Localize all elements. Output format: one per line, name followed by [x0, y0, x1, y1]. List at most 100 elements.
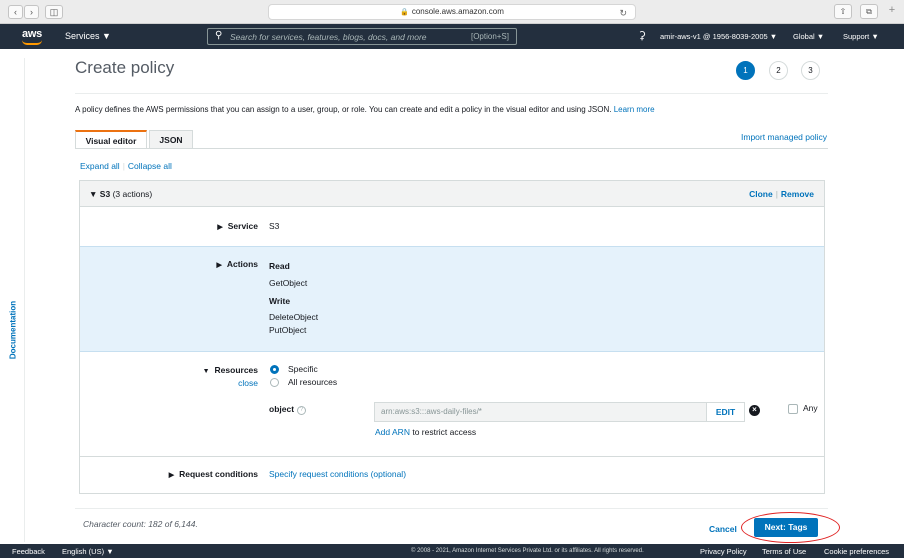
- any-label: Any: [803, 403, 818, 413]
- forward-button[interactable]: ›: [24, 5, 39, 19]
- account-menu[interactable]: amir-aws-v1 @ 1956-8039-2005 ▼: [660, 32, 777, 41]
- resources-row-label[interactable]: ▼ Resources: [203, 365, 258, 375]
- search-shortcut: [Option+S]: [470, 32, 509, 41]
- services-label: Services: [65, 31, 100, 41]
- tabs-icon: ⧉: [866, 7, 872, 16]
- actions-section: ▶ Actions Read GetObject Write DeleteObje…: [80, 246, 824, 352]
- sidebar-icon: ◫: [49, 7, 59, 17]
- action-item: GetObject: [269, 278, 308, 288]
- read-heading: Read: [269, 261, 290, 271]
- arn-input: arn:aws:s3:::aws-daily-files/*: [374, 402, 714, 422]
- add-arn-link[interactable]: Add ARN: [375, 427, 410, 437]
- terms-of-use-link[interactable]: Terms of Use: [762, 547, 806, 556]
- search-icon: ⚲: [215, 30, 223, 41]
- import-managed-policy-link[interactable]: Import managed policy: [741, 132, 827, 142]
- policy-statement: ▼ S3 (3 actions) Clone | Remove ▶ Service S…: [79, 180, 825, 494]
- action-item: PutObject: [269, 325, 307, 335]
- link-separator: |: [775, 189, 778, 199]
- step-3: 3: [801, 61, 820, 80]
- step-1: 1: [736, 61, 755, 80]
- caret-down-icon: ▼: [871, 32, 879, 41]
- request-conditions-link[interactable]: Specify request conditions (optional): [269, 469, 406, 479]
- learn-more-link[interactable]: Learn more: [614, 105, 655, 114]
- cancel-button[interactable]: Cancel: [709, 524, 737, 534]
- region-label: Global: [793, 32, 815, 41]
- radio-all-resources[interactable]: [270, 378, 279, 387]
- privacy-policy-link[interactable]: Privacy Policy: [700, 547, 747, 556]
- request-conditions-row-label[interactable]: ▶ Request conditions: [169, 469, 258, 479]
- tabs-button[interactable]: ⧉: [860, 4, 878, 19]
- expand-collapse-links: Expand all | Collapse all: [80, 161, 172, 171]
- aws-logo[interactable]: aws: [22, 28, 42, 40]
- sidebar-toggle-button[interactable]: ◫: [45, 5, 63, 19]
- reload-icon[interactable]: ↻: [619, 6, 627, 20]
- remove-arn-icon[interactable]: ×: [749, 405, 760, 416]
- intro-description: A policy defines the AWS permissions tha…: [75, 105, 612, 114]
- statement-service: S3: [99, 189, 111, 199]
- statement-actions: Clone | Remove: [749, 189, 814, 199]
- step-2: 2: [769, 61, 788, 80]
- feedback-link[interactable]: Feedback: [12, 547, 45, 556]
- actions-row-label[interactable]: ▶ Actions: [216, 259, 258, 269]
- region-menu[interactable]: Global ▼: [793, 32, 824, 41]
- object-label-text: object: [269, 404, 295, 414]
- language-selector[interactable]: English (US) ▼: [62, 547, 114, 556]
- caret-down-icon: ▼: [769, 32, 778, 41]
- lock-icon: 🔒: [400, 9, 409, 16]
- documentation-label: Documentation: [8, 300, 18, 360]
- copyright-text: © 2008 - 2021, Amazon Internet Services …: [411, 548, 644, 554]
- service-row-label[interactable]: ▶ Service: [217, 221, 258, 231]
- bell-icon[interactable]: ⚳: [638, 29, 646, 42]
- tab-json[interactable]: JSON: [149, 130, 193, 149]
- next-tags-button[interactable]: Next: Tags: [754, 518, 818, 537]
- documentation-side-tab[interactable]: Documentation: [0, 58, 25, 542]
- link-separator: |: [122, 161, 125, 171]
- aws-nav-header: aws Services ▼ ⚲ Search for services, fe…: [0, 24, 904, 49]
- browser-toolbar: ‹ › ◫ 🔒 console.aws.amazon.com ↻ ⇧ ⧉ +: [0, 0, 904, 24]
- support-label: Support: [843, 32, 870, 41]
- new-tab-button[interactable]: +: [884, 4, 900, 19]
- resources-close-link[interactable]: close: [238, 378, 258, 388]
- console-footer: Feedback English (US) ▼ © 2008 - 2021, A…: [0, 544, 904, 558]
- cookie-preferences-link[interactable]: Cookie preferences: [824, 547, 889, 556]
- add-arn-row: Add ARN to restrict access: [375, 427, 476, 437]
- tab-visual-editor[interactable]: Visual editor: [75, 130, 147, 149]
- any-checkbox[interactable]: [788, 404, 798, 414]
- share-button[interactable]: ⇧: [834, 4, 852, 19]
- edit-arn-button[interactable]: EDIT: [706, 402, 745, 422]
- chevron-right-icon: ›: [30, 7, 33, 17]
- intro-text: A policy defines the AWS permissions tha…: [75, 105, 655, 114]
- address-bar[interactable]: 🔒 console.aws.amazon.com ↻: [268, 4, 636, 20]
- caret-down-icon: ▼: [106, 547, 114, 556]
- action-footer: Character count: 182 of 6,144. Cancel Ne…: [75, 508, 828, 542]
- url-text: console.aws.amazon.com: [411, 7, 504, 16]
- clone-link[interactable]: Clone: [749, 189, 773, 199]
- statement-header[interactable]: ▼ S3 (3 actions) Clone | Remove: [80, 181, 824, 207]
- share-icon: ⇧: [839, 7, 847, 16]
- caret-down-icon: ▼: [102, 31, 111, 41]
- services-menu[interactable]: Services ▼: [65, 31, 111, 41]
- radio-specific[interactable]: [270, 365, 279, 374]
- back-button[interactable]: ‹: [8, 5, 23, 19]
- character-count: Character count: 182 of 6,144.: [83, 519, 198, 529]
- plus-icon: +: [888, 4, 896, 16]
- info-icon[interactable]: ?: [297, 406, 307, 415]
- add-arn-suffix: to restrict access: [412, 427, 477, 437]
- language-label: English (US): [62, 547, 105, 556]
- statement-title: ▼ S3 (3 actions): [89, 189, 152, 199]
- caret-down-icon: ▼: [202, 368, 210, 375]
- aws-logo-smile: [22, 40, 42, 45]
- search-input[interactable]: ⚲ Search for services, features, blogs, …: [207, 28, 517, 45]
- collapse-all-link[interactable]: Collapse all: [128, 161, 172, 171]
- title-divider: [75, 93, 828, 94]
- caret-right-icon: ▶: [216, 262, 222, 269]
- support-menu[interactable]: Support ▼: [843, 32, 879, 41]
- object-label: object?: [269, 404, 307, 415]
- page-title: Create policy: [75, 58, 175, 77]
- caret-down-icon: ▼: [89, 189, 98, 199]
- service-value: S3: [269, 221, 280, 231]
- request-conditions-label: Request conditions: [179, 469, 258, 479]
- resources-label: Resources: [214, 365, 258, 375]
- expand-all-link[interactable]: Expand all: [80, 161, 120, 171]
- remove-link[interactable]: Remove: [781, 189, 814, 199]
